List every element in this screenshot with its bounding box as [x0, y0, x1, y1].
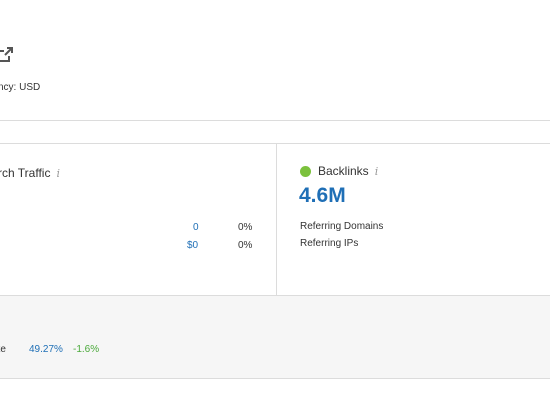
bounce-rate-change: -1.6%	[73, 344, 100, 355]
external-link-icon[interactable]	[0, 46, 14, 64]
traffic-cost-change: 0%	[238, 240, 253, 251]
traffic-row-change: 0%	[238, 222, 252, 233]
divider-top	[0, 120, 550, 121]
search-traffic-title-text: rch Traffic	[0, 166, 51, 180]
traffic-change: 0%	[238, 222, 253, 233]
currency-label: ncy: USD	[0, 82, 41, 93]
search-traffic-title: rch Traffic i	[0, 166, 60, 180]
traffic-cost-value[interactable]: $0	[187, 240, 198, 251]
panel-divider	[276, 144, 277, 296]
referring-domains-label: Referring Domains	[300, 221, 384, 232]
bounce-rate-label: ate	[0, 344, 6, 355]
bounce-rate-value: 49.27%	[29, 344, 63, 355]
metrics-panel: rch Traffic i 0 0% $0 0%	[0, 143, 550, 296]
backlinks-status-dot	[300, 166, 311, 177]
page: ncy: USD rch Traffic i 0 0% $0 0% Backlin…	[0, 0, 550, 400]
referring-ips-label: Referring IPs	[300, 238, 359, 249]
traffic-row-value: 0	[193, 222, 199, 233]
info-icon[interactable]: i	[56, 167, 60, 180]
traffic-cost-row-change: 0%	[238, 240, 252, 251]
info-icon[interactable]: i	[375, 165, 379, 178]
traffic-cost-row-value: $0	[187, 240, 198, 251]
backlinks-title: Backlinks i	[318, 164, 378, 178]
traffic-value[interactable]: 0	[193, 222, 199, 233]
bounce-rate-section	[0, 296, 550, 379]
backlinks-value[interactable]: 4.6M	[299, 184, 346, 208]
backlinks-title-text: Backlinks	[318, 164, 369, 178]
